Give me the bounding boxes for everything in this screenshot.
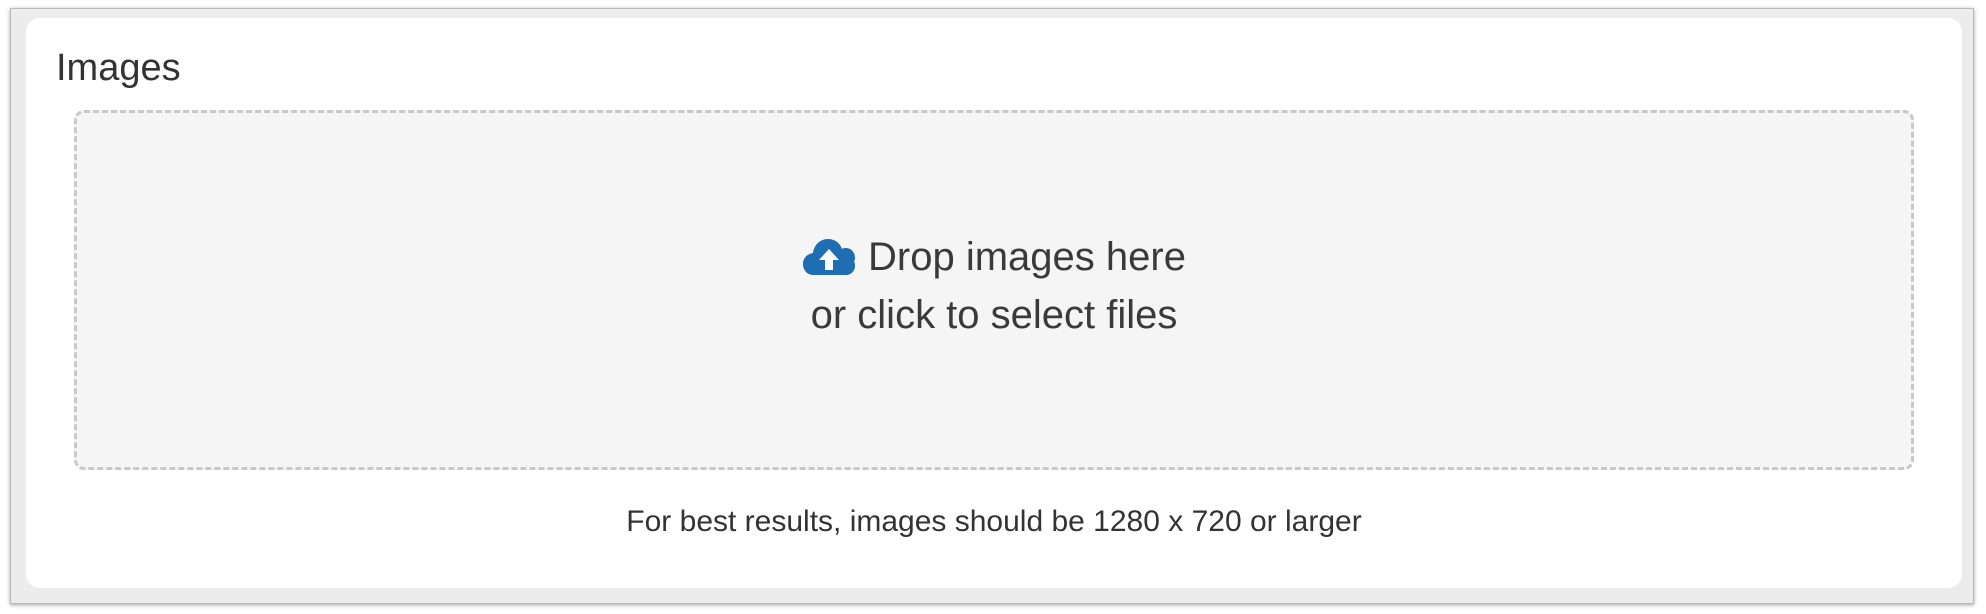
image-dropzone[interactable]: Drop images here or click to select file… [74,110,1914,470]
dropzone-primary-text: Drop images here [868,235,1186,279]
image-size-hint: For best results, images should be 1280 … [626,505,1362,538]
cloud-upload-icon [802,237,856,277]
app-window: Images Drop images here or click to sele… [10,8,1974,604]
images-card: Images Drop images here or click to sele… [26,18,1962,588]
section-title: Images [56,47,181,89]
dropzone-secondary-text: or click to select files [810,293,1178,337]
dropzone-primary-row: Drop images here [77,233,1911,281]
dropzone-secondary-row: or click to select files [77,291,1911,339]
